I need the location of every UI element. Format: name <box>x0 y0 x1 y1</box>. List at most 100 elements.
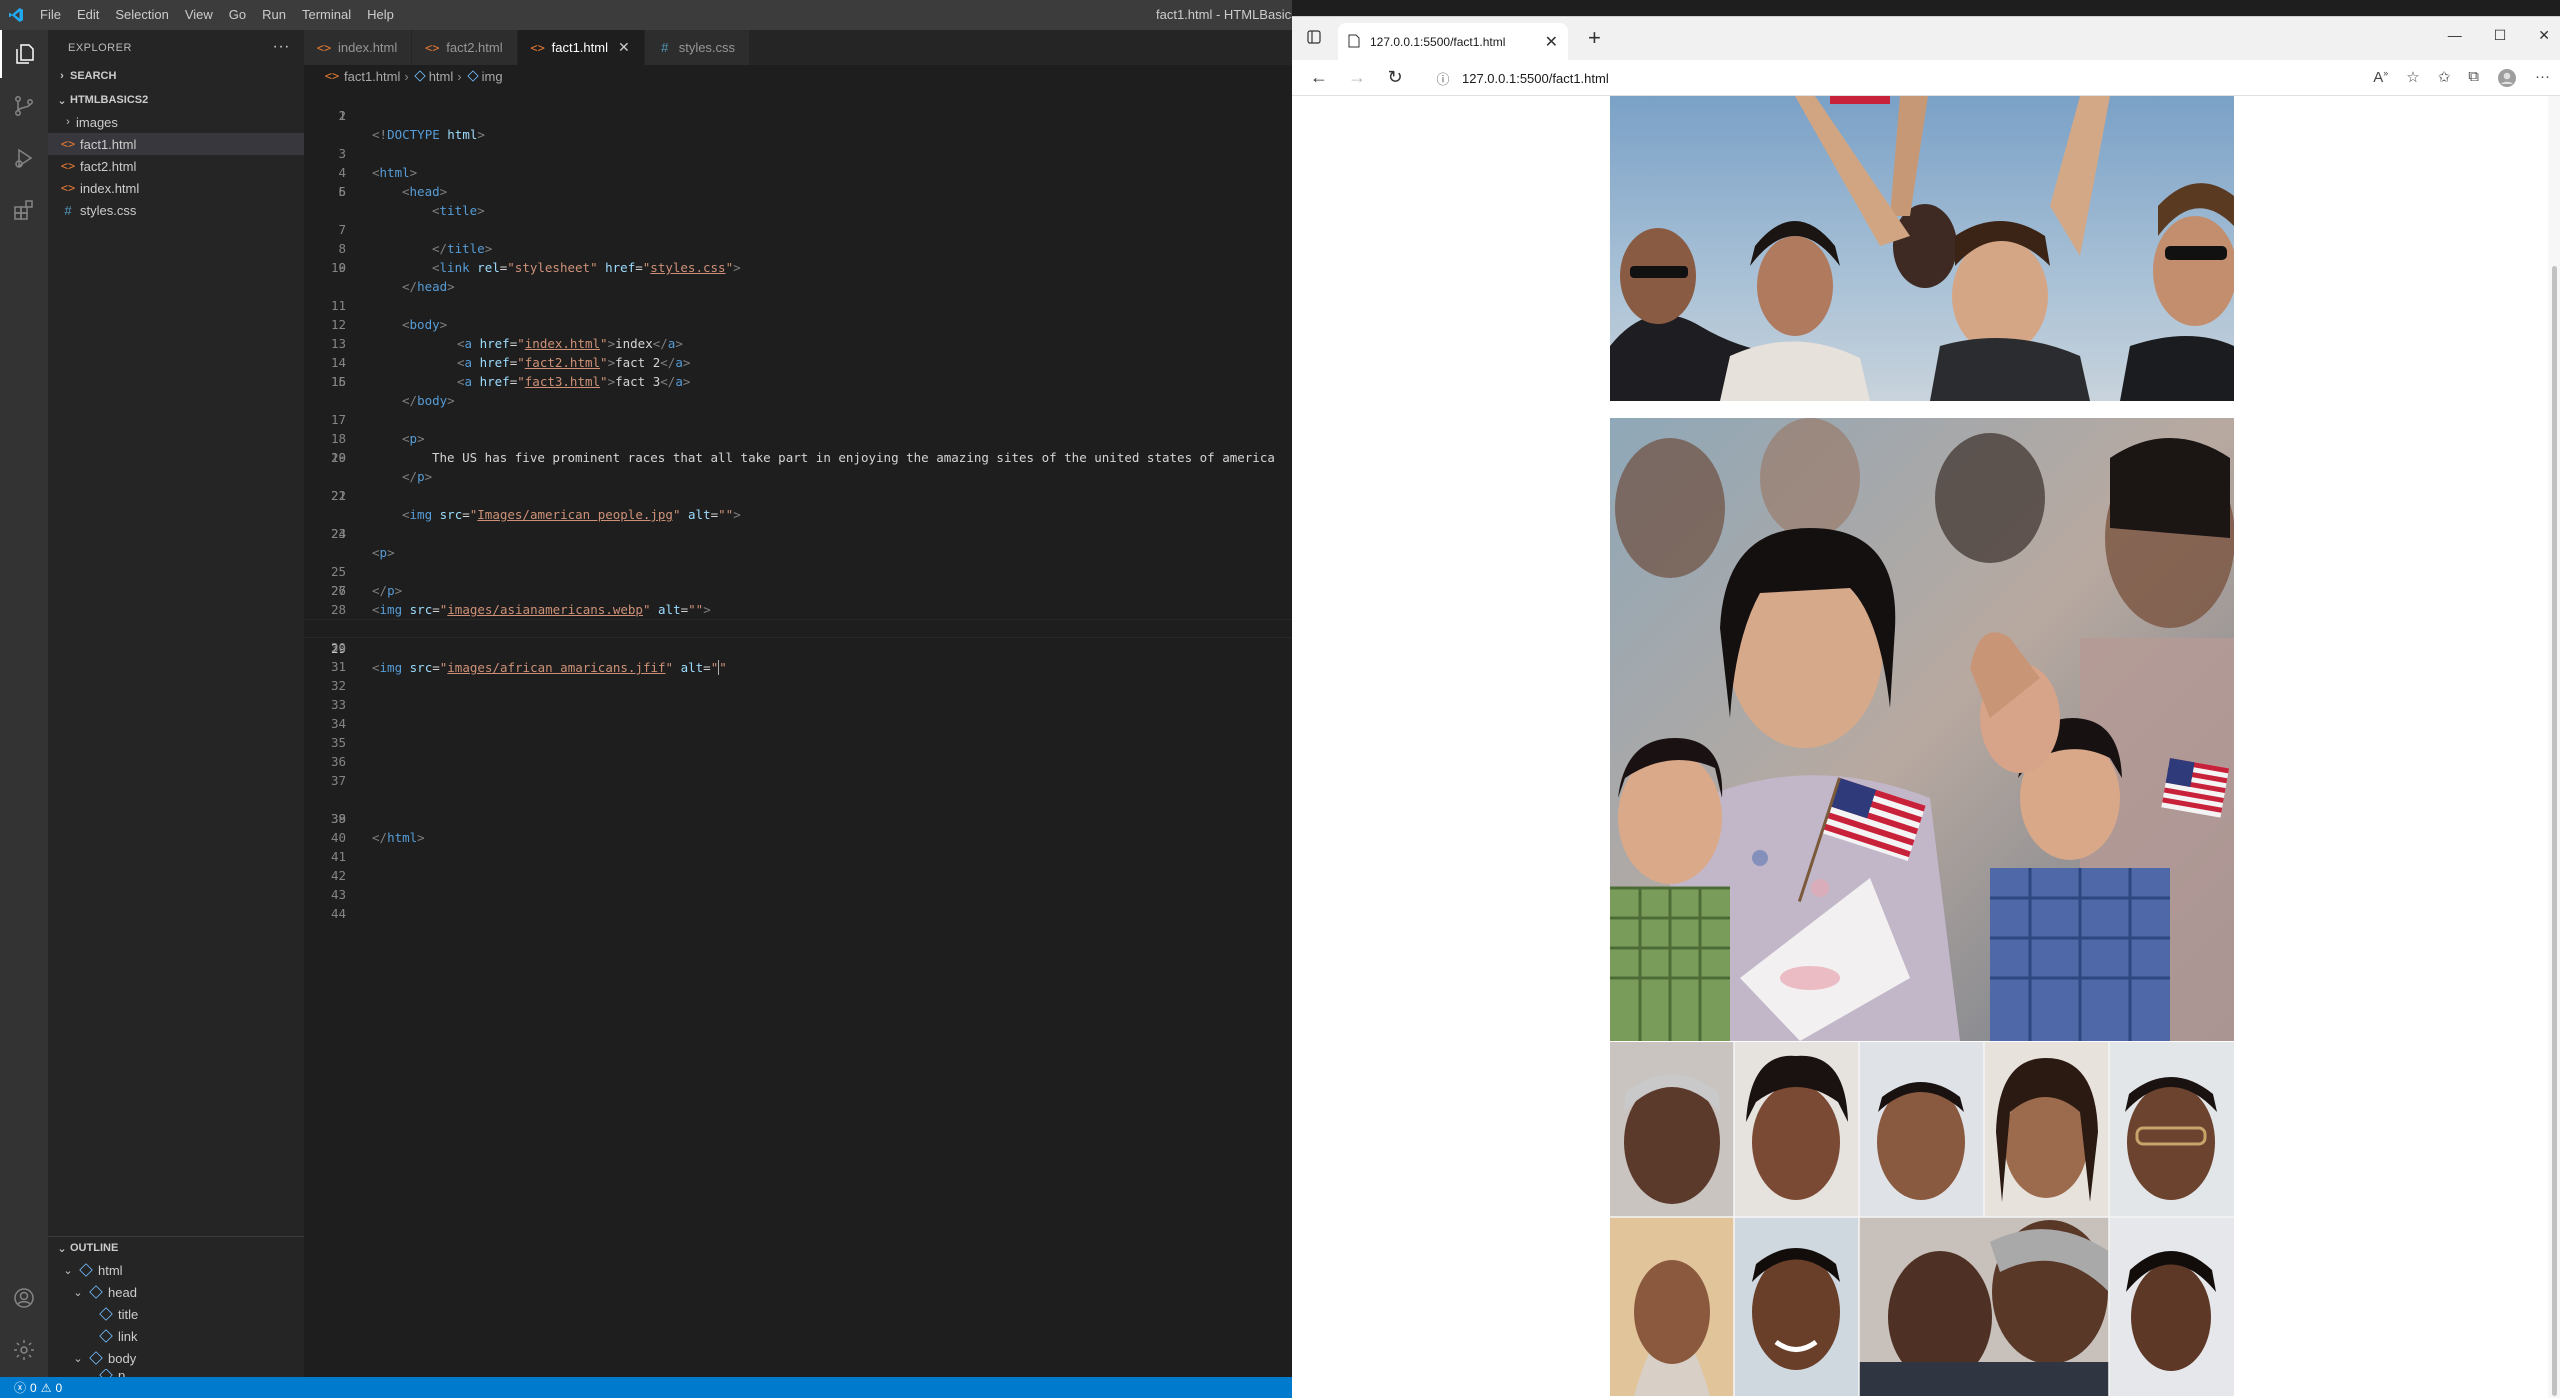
outline-section[interactable]: ⌄ OUTLINE <box>48 1237 304 1259</box>
tab-index[interactable]: <> index.html <box>304 30 413 65</box>
browser-toolbar-icons: A» ☆ ✩ ⧉ ··· <box>2373 68 2560 92</box>
outline-item-link[interactable]: link <box>48 1325 304 1347</box>
source-control-icon[interactable] <box>0 82 48 130</box>
more-options-icon[interactable]: ··· <box>2535 68 2550 92</box>
element-icon <box>89 1351 103 1365</box>
element-icon <box>99 1329 113 1343</box>
collections-icon[interactable]: ⧉ <box>2468 68 2479 92</box>
page-scrollbar[interactable] <box>2548 96 2560 1398</box>
folder-images[interactable]: › images <box>48 111 304 133</box>
run-debug-icon[interactable] <box>0 134 48 182</box>
tab-fact2[interactable]: <> fact2.html <box>412 30 518 65</box>
more-actions-icon[interactable]: ··· <box>273 38 290 56</box>
new-tab-icon[interactable]: + <box>1588 25 1601 51</box>
editor-tabs: <> index.html <> fact2.html <> fact1.htm… <box>304 30 1292 65</box>
forward-arrow-icon[interactable]: → <box>1338 67 1376 88</box>
african-americans-image <box>1610 1042 2234 1396</box>
outline-item-title[interactable]: title <box>48 1303 304 1325</box>
minimize-icon[interactable]: — <box>2448 27 2462 44</box>
menu-go[interactable]: Go <box>221 0 254 30</box>
problems-indicator[interactable]: ⓧ 0 ⚠ 0 <box>14 1379 62 1396</box>
project-section[interactable]: ⌄ HTMLBASICS2 <box>48 89 304 111</box>
code-editor[interactable]: 1 <!DOCTYPE html> 2 3 <html> 4 <head> 5 … <box>304 87 1292 1377</box>
site-info-icon[interactable]: ⓘ <box>1432 69 1454 88</box>
menu-run[interactable]: Run <box>254 0 294 30</box>
close-icon[interactable]: ✕ <box>618 39 630 56</box>
browser-tab-title: 127.0.0.1:5500/fact1.html <box>1370 35 1506 49</box>
html-file-icon: <> <box>425 40 440 55</box>
line-number: 24 <box>330 526 346 541</box>
element-icon <box>79 1263 93 1277</box>
profile-avatar-icon[interactable] <box>2497 68 2517 92</box>
chevron-down-icon: ⌄ <box>57 1242 67 1255</box>
code-line: 26 <img src="images/asianamericans.webp"… <box>304 562 1292 617</box>
menu-view[interactable]: View <box>177 0 221 30</box>
browser-tab-active[interactable]: 127.0.0.1:5500/fact1.html ✕ <box>1338 23 1568 61</box>
vscode-logo-icon <box>0 0 32 30</box>
explorer-icon[interactable] <box>0 30 48 78</box>
file-label: fact2.html <box>80 158 137 174</box>
code-line: 11 <body> <box>304 277 1292 332</box>
code-line: 14 <a href="fact3.html">fact 3</a> <box>304 334 1292 389</box>
code-line: 22 <box>304 486 1292 505</box>
extensions-icon[interactable] <box>0 186 48 234</box>
file-fact2[interactable]: <> fact2.html <box>48 155 304 177</box>
error-icon: ⓧ <box>14 1381 27 1395</box>
outline-item-head[interactable]: ⌄ head <box>48 1281 304 1303</box>
code-line: 25 </p> <box>304 543 1292 598</box>
refresh-icon[interactable]: ↻ <box>1376 67 1414 88</box>
file-styles[interactable]: # styles.css <box>48 199 304 221</box>
menu-edit[interactable]: Edit <box>69 0 107 30</box>
file-fact1[interactable]: <> fact1.html <box>48 133 304 155</box>
tab-actions-icon[interactable] <box>1306 29 1322 48</box>
scrollbar-thumb[interactable] <box>2552 266 2557 1396</box>
outline-item-html[interactable]: ⌄ html <box>48 1259 304 1281</box>
html-file-icon: <> <box>324 69 340 83</box>
folder-label: images <box>76 114 118 130</box>
code-line: 43 <box>304 885 1292 904</box>
code-line: 24 <box>304 524 1292 543</box>
code-line: 13 <a href="fact2.html">fact 2</a> <box>304 315 1292 370</box>
read-aloud-icon[interactable]: A» <box>2373 68 2388 92</box>
menu-file[interactable]: File <box>32 0 69 30</box>
address-bar[interactable]: ⓘ 127.0.0.1:5500/fact1.html <box>1432 65 2232 91</box>
html-file-icon: <> <box>60 137 76 151</box>
chevron-right-icon: › <box>66 116 70 128</box>
code-line: 2 <box>304 106 1292 125</box>
breadcrumb-html[interactable]: html <box>429 69 454 84</box>
outline-item-body[interactable]: ⌄ body <box>48 1347 304 1369</box>
menu-terminal[interactable]: Terminal <box>294 0 359 30</box>
code-line: 40 <box>304 828 1292 847</box>
back-arrow-icon[interactable]: ← <box>1300 67 1338 88</box>
code-line: 3 <html> <box>304 125 1292 180</box>
breadcrumb-img[interactable]: img <box>482 69 503 84</box>
line-number: 40 <box>330 830 346 845</box>
outline-panel: ⌄ OUTLINE ⌄ html ⌄ head title link ⌄ bod <box>48 1236 304 1381</box>
search-section-label: SEARCH <box>70 70 117 82</box>
code-line: 28 <box>304 600 1292 619</box>
file-label: index.html <box>80 180 140 196</box>
line-number: 36 <box>330 754 346 769</box>
account-icon[interactable] <box>0 1274 48 1322</box>
outline-label-body: body <box>108 1350 137 1366</box>
menu-help[interactable]: Help <box>359 0 402 30</box>
line-number: 22 <box>330 488 346 503</box>
favorites-icon[interactable]: ✩ <box>2438 68 2451 92</box>
url-text[interactable]: 127.0.0.1:5500/fact1.html <box>1462 71 1609 86</box>
code-line: 31 <box>304 657 1292 676</box>
settings-gear-icon[interactable] <box>0 1326 48 1374</box>
close-icon[interactable]: ✕ <box>1545 32 1558 52</box>
menu-selection[interactable]: Selection <box>107 0 176 30</box>
status-bar: ⓧ 0 ⚠ 0 <box>0 1377 1292 1398</box>
tab-styles[interactable]: # styles.css <box>644 30 751 65</box>
line-number: 20 <box>330 450 346 465</box>
file-index[interactable]: <> index.html <box>48 177 304 199</box>
search-section[interactable]: › SEARCH <box>48 65 304 87</box>
maximize-icon[interactable]: ☐ <box>2494 27 2507 44</box>
chevron-down-icon: ⌄ <box>73 1286 83 1299</box>
add-favorite-icon[interactable]: ☆ <box>2406 68 2419 92</box>
breadcrumb-file[interactable]: fact1.html <box>344 69 400 84</box>
close-window-icon[interactable]: ✕ <box>2538 27 2550 44</box>
element-icon <box>99 1307 113 1321</box>
tab-fact1[interactable]: <> fact1.html ✕ <box>517 30 645 65</box>
